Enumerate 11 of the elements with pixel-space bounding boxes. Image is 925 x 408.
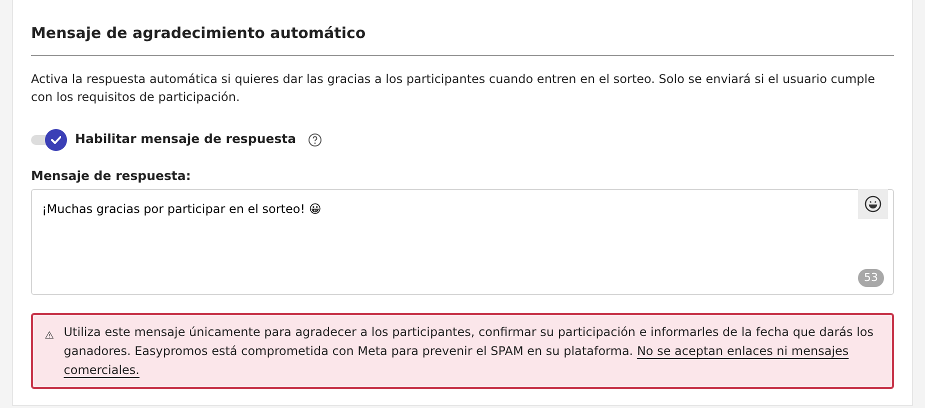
field-label: Mensaje de respuesta: bbox=[31, 166, 192, 185]
emoji-button[interactable] bbox=[858, 189, 888, 220]
warning-text: Utiliza este mensaje únicamente para agradecer a los participantes, confirmar su participación e informarles de la fecha que darás los ganadores. Easypromos está comprometida con Meta para prevenir el SPAM en su plataforma. No se aceptan enlaces ni mensajes comerciales. bbox=[64, 324, 875, 379]
toggle-switch[interactable] bbox=[31, 128, 67, 151]
section-title: Mensaje de agradecimiento automático bbox=[31, 22, 894, 56]
toggle-label: Habilitar mensaje de respuesta bbox=[75, 130, 296, 148]
help-icon[interactable] bbox=[308, 132, 322, 147]
check-icon bbox=[50, 136, 61, 144]
smiley-icon bbox=[864, 195, 882, 214]
character-counter: 53 bbox=[858, 268, 884, 288]
description-text: Activa la respuesta automática si quieres dar las gracias a los participantes cuando entren en el sorteo. Solo se enviará si el usuario cumple con los requisitos de participación. bbox=[31, 70, 876, 106]
